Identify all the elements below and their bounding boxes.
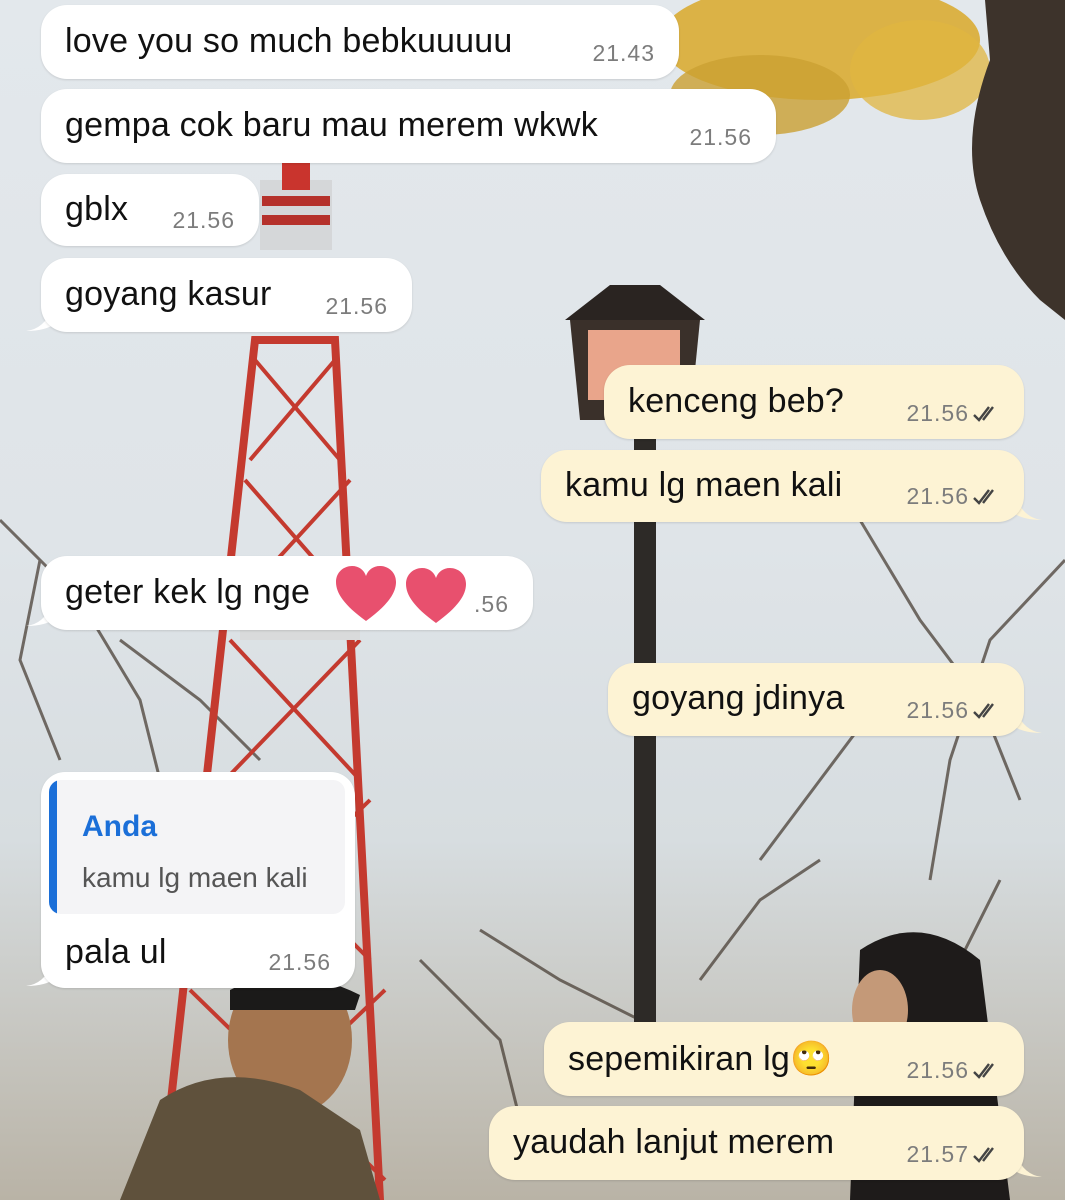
message-text: goyang jdinya <box>632 679 845 717</box>
quoted-message[interactable]: Anda kamu lg maen kali <box>49 780 345 914</box>
outgoing-message[interactable]: goyang jdinya 21.56 <box>608 663 1024 736</box>
timestamp-text: 21.56 <box>689 124 752 150</box>
message-timestamp: 21.57 <box>906 1141 1000 1168</box>
timestamp-text: .56 <box>474 591 509 617</box>
double-check-icon <box>973 488 994 505</box>
timestamp-text: 21.56 <box>906 400 969 426</box>
incoming-message[interactable]: gempa cok baru mau merem wkwk 21.56 <box>41 89 776 163</box>
incoming-message[interactable]: gblx 21.56 <box>41 174 259 246</box>
message-timestamp: 21.56 <box>906 697 1000 724</box>
timestamp-text: 21.43 <box>592 40 655 66</box>
message-timestamp: 21.56 <box>268 949 331 976</box>
incoming-message[interactable]: goyang kasur 21.56 <box>41 258 412 332</box>
message-text: gblx <box>65 190 129 228</box>
quote-accent-bar <box>49 780 57 914</box>
double-check-icon <box>973 1146 994 1163</box>
message-timestamp: 21.56 <box>906 400 1000 427</box>
outgoing-message[interactable]: sepemikiran lg🙄 21.56 <box>544 1022 1024 1096</box>
timestamp-text: 21.56 <box>268 949 331 975</box>
message-timestamp: 21.56 <box>172 207 235 234</box>
timestamp-text: 21.57 <box>906 1141 969 1167</box>
double-check-icon <box>973 405 994 422</box>
timestamp-text: 21.56 <box>325 293 388 319</box>
message-timestamp: 21.43 <box>592 40 655 67</box>
timestamp-text: 21.56 <box>906 697 969 723</box>
message-text: kamu lg maen kali <box>565 466 843 504</box>
timestamp-text: 21.56 <box>172 207 235 233</box>
quoted-text: kamu lg maen kali <box>82 862 308 893</box>
heart-icon <box>336 566 396 621</box>
message-text: pala ul <box>65 933 167 971</box>
message-text: sepemikiran lg🙄 <box>568 1040 833 1078</box>
message-timestamp: 21.56 <box>906 1057 1000 1084</box>
double-check-icon <box>973 1062 994 1079</box>
outgoing-message[interactable]: kenceng beb? 21.56 <box>604 365 1024 439</box>
message-timestamp: 21.56 <box>325 293 388 320</box>
message-text: geter kek lg nge <box>65 573 311 611</box>
heart-icon <box>406 568 466 623</box>
message-timestamp: 21.56 <box>689 124 752 151</box>
message-text: gempa cok baru mau merem wkwk <box>65 106 598 144</box>
message-text: yaudah lanjut merem <box>513 1123 835 1161</box>
message-timestamp: .56 <box>474 591 509 618</box>
incoming-reply-message[interactable]: Anda kamu lg maen kali pala ul 21.56 <box>41 772 355 988</box>
incoming-message[interactable]: love you so much bebkuuuuu 21.43 <box>41 5 679 79</box>
quoted-author: Anda <box>82 810 157 843</box>
message-timestamp: 21.56 <box>906 483 1000 510</box>
message-text: love you so much bebkuuuuu <box>65 22 513 60</box>
message-text: goyang kasur <box>65 275 272 313</box>
outgoing-message[interactable]: yaudah lanjut merem 21.57 <box>489 1106 1024 1180</box>
message-text: kenceng beb? <box>628 382 845 420</box>
tree-trunk <box>972 0 1065 320</box>
double-check-icon <box>973 702 994 719</box>
timestamp-text: 21.56 <box>906 483 969 509</box>
timestamp-text: 21.56 <box>906 1057 969 1083</box>
outgoing-message[interactable]: kamu lg maen kali 21.56 <box>541 450 1024 522</box>
